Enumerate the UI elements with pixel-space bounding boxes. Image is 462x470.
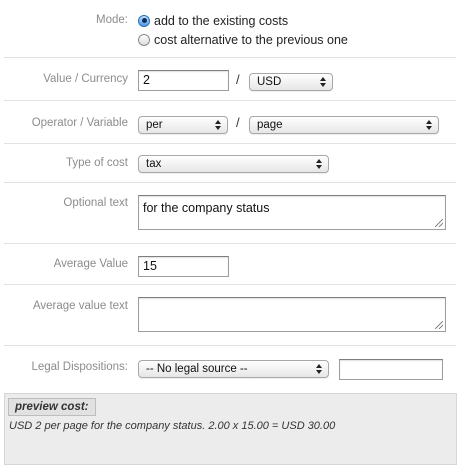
- value-currency-label: Value / Currency: [43, 73, 128, 85]
- separator: [4, 57, 456, 58]
- select-arrows-icon: [316, 364, 322, 374]
- select-arrows-icon: [426, 120, 432, 130]
- separator: [4, 284, 456, 285]
- legal-source-select[interactable]: -- No legal source --: [138, 360, 329, 378]
- mode-option-alternative-label: cost alternative to the previous one: [154, 32, 348, 47]
- separator: [4, 143, 456, 144]
- optional-text-value: for the company status: [143, 201, 270, 215]
- mode-option-add-label: add to the existing costs: [154, 13, 289, 28]
- mode-option-alternative[interactable]: cost alternative to the previous one: [138, 31, 348, 48]
- separator: [4, 345, 456, 346]
- value-currency-separator: /: [236, 72, 240, 87]
- optional-text-label: Optional text: [63, 197, 128, 209]
- type-of-cost-select[interactable]: tax: [138, 155, 329, 173]
- value-input[interactable]: 2: [138, 70, 229, 91]
- mode-label: Mode:: [96, 14, 128, 26]
- operator-variable-label: Operator / Variable: [31, 117, 128, 129]
- currency-select[interactable]: USD: [249, 73, 333, 91]
- separator: [4, 100, 456, 101]
- resize-grip-icon[interactable]: [435, 321, 443, 329]
- radio-cost-alternative[interactable]: [138, 33, 150, 46]
- variable-select[interactable]: page: [249, 116, 439, 134]
- average-value-label: Average Value: [53, 258, 128, 270]
- currency-select-value: USD: [257, 76, 282, 88]
- select-arrows-icon: [320, 77, 326, 87]
- operator-select-value: per: [146, 119, 163, 131]
- separator: [4, 182, 456, 183]
- separator: [4, 243, 456, 244]
- mode-option-add[interactable]: add to the existing costs: [138, 12, 288, 29]
- average-value-text-label: Average value text: [32, 300, 128, 312]
- average-value-input[interactable]: 15: [138, 256, 229, 277]
- operator-select[interactable]: per: [138, 116, 228, 134]
- type-of-cost-select-value: tax: [146, 158, 162, 170]
- resize-grip-icon[interactable]: [435, 219, 443, 227]
- radio-add-existing-costs[interactable]: [138, 14, 150, 27]
- select-arrows-icon: [316, 159, 322, 169]
- legal-dispositions-label: Legal Dispositions:: [31, 361, 128, 373]
- select-arrows-icon: [215, 120, 221, 130]
- average-value-text-area[interactable]: [138, 297, 446, 332]
- legal-dispositions-input[interactable]: [339, 359, 443, 380]
- optional-text-area[interactable]: for the company status: [138, 195, 446, 230]
- legal-source-select-value: -- No legal source --: [146, 363, 248, 375]
- operator-variable-separator: /: [236, 115, 240, 130]
- preview-cost-text: USD 2 per page for the company status. 2…: [9, 420, 336, 432]
- preview-cost-legend: preview cost:: [8, 398, 96, 416]
- variable-select-value: page: [257, 119, 283, 131]
- type-of-cost-label: Type of cost: [65, 157, 128, 169]
